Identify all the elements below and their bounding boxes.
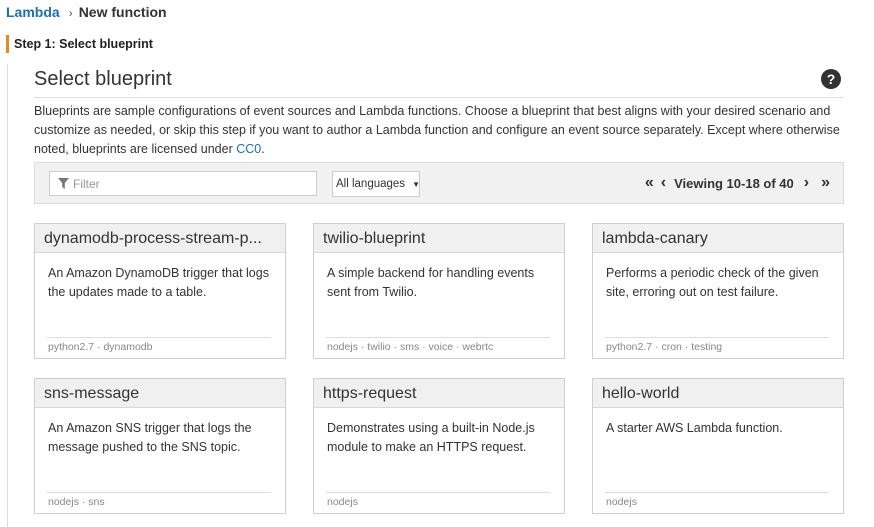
blueprint-card-https-request[interactable]: https-request Demonstrates using a built… (313, 378, 565, 514)
filter-box[interactable] (49, 171, 317, 196)
blueprint-card-tags: python2.7 · dynamodb (48, 341, 153, 353)
next-page-icon[interactable]: › (804, 175, 809, 191)
card-divider (47, 337, 271, 338)
question-circle-icon[interactable]: ? (821, 69, 841, 89)
blueprint-card-tags: nodejs (606, 496, 637, 508)
blueprint-card-description: An Amazon SNS trigger that logs the mess… (48, 421, 252, 454)
card-divider (47, 492, 271, 493)
blueprint-toolbar: All languages ▼ « ‹ Viewing 10-18 of 40 … (34, 162, 844, 204)
caret-down-icon: ▼ (412, 179, 420, 189)
breadcrumb-lambda-link[interactable]: Lambda (6, 3, 60, 21)
blueprint-card-title: lambda-canary (593, 224, 843, 253)
prev-page-icon[interactable]: ‹ (661, 175, 666, 191)
description-text: Blueprints are sample configurations of … (34, 104, 840, 156)
description-end: . (261, 142, 265, 156)
breadcrumb: Lambda › New function (6, 3, 167, 21)
lambda-blueprint-page: Lambda › New function Step 1: Select blu… (0, 0, 874, 527)
card-divider (326, 492, 550, 493)
content-divider (7, 64, 8, 527)
breadcrumb-current: New function (78, 4, 167, 20)
blueprint-card-tags: python2.7 · cron · testing (606, 341, 723, 353)
language-select-value: All languages (336, 178, 406, 190)
blueprint-card-description: Demonstrates using a built-in Node.js mo… (327, 421, 535, 454)
blueprint-card-hello-world[interactable]: hello-world A starter AWS Lambda functio… (592, 378, 844, 514)
blueprint-card-sns-message[interactable]: sns-message An Amazon SNS trigger that l… (34, 378, 286, 514)
blueprint-card-tags: nodejs (327, 496, 358, 508)
card-divider (326, 337, 550, 338)
pagination: « ‹ Viewing 10-18 of 40 › » (645, 163, 830, 203)
funnel-icon (58, 178, 69, 189)
step-header: Step 1: Select blueprint (6, 35, 153, 53)
heading-divider (34, 97, 844, 98)
cc0-license-link[interactable]: CC0 (236, 142, 261, 156)
last-page-icon[interactable]: » (821, 175, 830, 191)
blueprint-card-description: A simple backend for handling events sen… (327, 266, 535, 299)
blueprint-card-tags: nodejs · sns (48, 496, 105, 508)
page-title: Select blueprint (34, 68, 172, 90)
card-divider (605, 337, 829, 338)
blueprint-card-title: twilio-blueprint (314, 224, 564, 253)
blueprint-card-title: sns-message (35, 379, 285, 408)
viewing-range: Viewing 10-18 of 40 (674, 175, 794, 191)
filter-input[interactable] (73, 173, 293, 194)
blueprint-card-dynamodb-process-stream[interactable]: dynamodb-process-stream-p... An Amazon D… (34, 223, 286, 359)
blueprint-card-description: An Amazon DynamoDB trigger that logs the… (48, 266, 269, 299)
blueprint-card-title: dynamodb-process-stream-p... (35, 224, 285, 253)
blueprint-card-title: https-request (314, 379, 564, 408)
blueprint-card-tags: nodejs · twilio · sms · voice · webrtc (327, 341, 494, 353)
blueprint-card-twilio-blueprint[interactable]: twilio-blueprint A simple backend for ha… (313, 223, 565, 359)
blueprint-card-description: Performs a periodic check of the given s… (606, 266, 819, 299)
blueprint-card-description: A starter AWS Lambda function. (606, 421, 783, 435)
blueprint-description: Blueprints are sample configurations of … (34, 102, 846, 159)
blueprint-card-lambda-canary[interactable]: lambda-canary Performs a periodic check … (592, 223, 844, 359)
blueprint-card-title: hello-world (593, 379, 843, 408)
breadcrumb-chevron-icon: › (68, 6, 73, 20)
language-select[interactable]: All languages ▼ (332, 171, 420, 197)
card-divider (605, 492, 829, 493)
first-page-icon[interactable]: « (645, 175, 654, 191)
